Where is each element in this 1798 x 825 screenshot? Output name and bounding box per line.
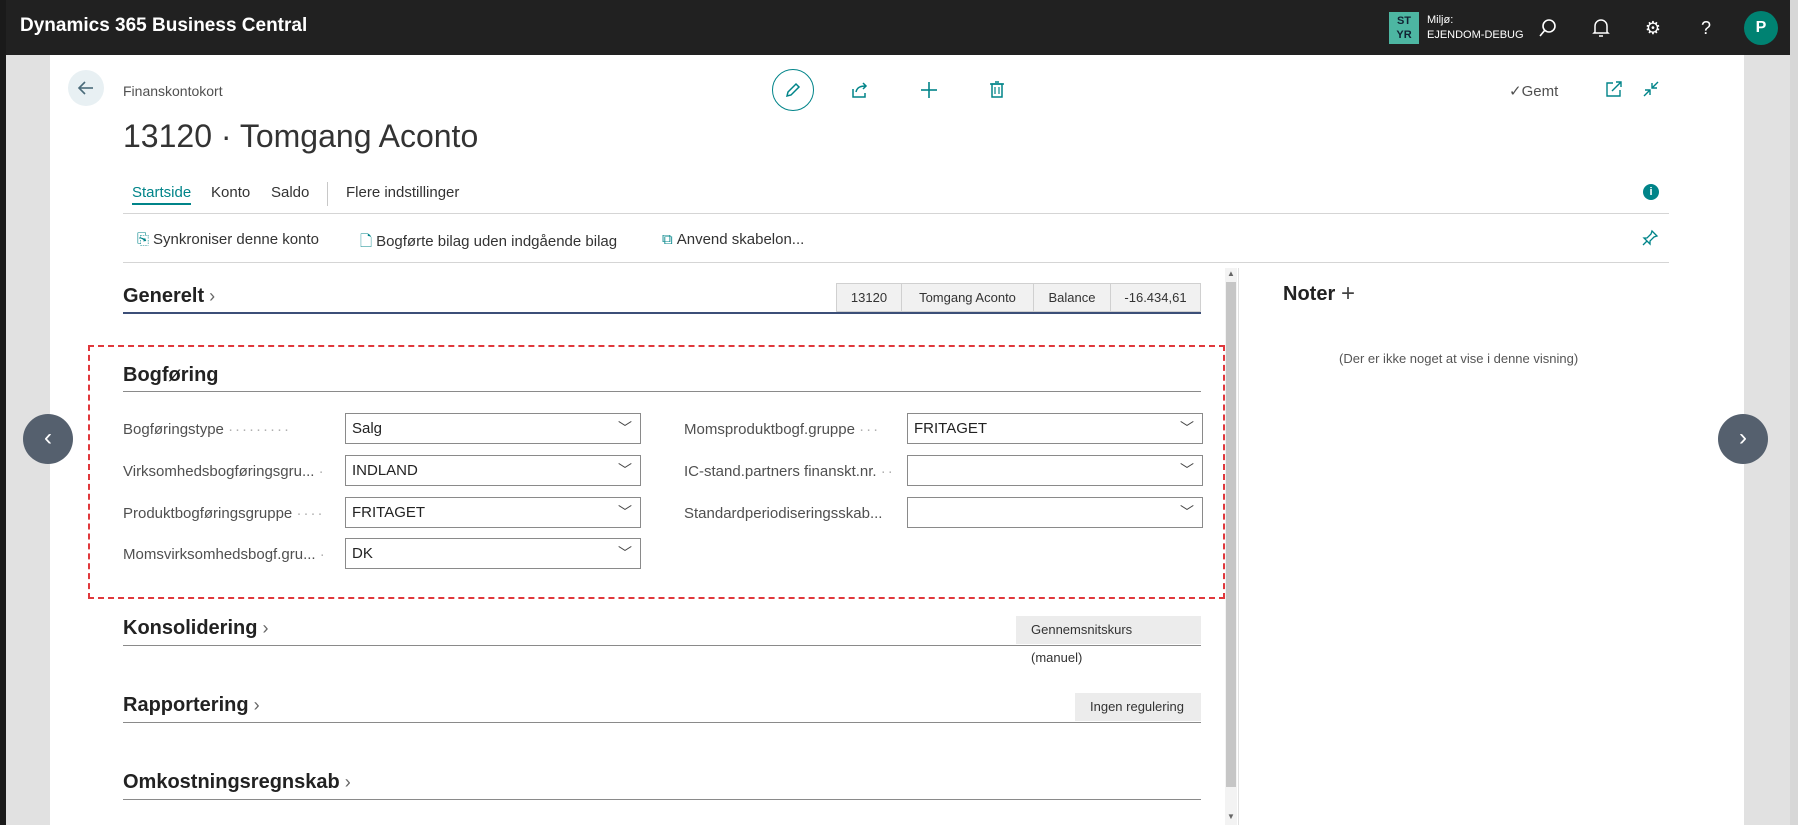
help-icon[interactable]: ? <box>1692 14 1720 42</box>
notes-empty-message: (Der er ikke noget at vise i denne visni… <box>1339 351 1579 366</box>
page-title: 13120 · Tomgang Aconto <box>123 118 479 154</box>
breadcrumb: Finanskontokort <box>123 83 223 99</box>
section-generelt[interactable]: Generelt › <box>123 285 215 308</box>
label-vat-business-posting-group: Momsvirksomhedsbogf.gru... · <box>123 546 327 563</box>
fact-account-no: 13120 <box>836 283 902 312</box>
environment-badge: ST YR <box>1389 12 1419 44</box>
fact-account-name: Tomgang Aconto <box>901 283 1034 312</box>
chevron-down-icon: ﹀ <box>1180 420 1194 436</box>
scroll-down-icon[interactable]: ▼ <box>1227 812 1235 821</box>
environment-label: Miljø: EJENDOM-DEBUG <box>1427 14 1524 41</box>
notes-divider <box>1238 268 1239 825</box>
fact-account-type: Balance <box>1033 283 1111 312</box>
app-title[interactable]: Dynamics 365 Business Central <box>20 15 307 37</box>
omkostningsregnskab-underline <box>123 799 1201 800</box>
bogforing-underline <box>123 391 1201 392</box>
section-rapportering[interactable]: Rapportering › <box>123 694 260 717</box>
vat-product-posting-group-select[interactable]: FRITAGET ﹀ <box>907 413 1203 444</box>
label-ic-partner-account: IC-stand.partners finanskt.nr. ·· <box>684 463 895 480</box>
collapse-icon[interactable] <box>1637 76 1665 104</box>
tabs-divider <box>123 213 1669 214</box>
tab-more-settings[interactable]: Flere indstillinger <box>346 184 459 201</box>
window-edge-right <box>1790 0 1798 825</box>
chevron-right-icon: › <box>248 695 260 715</box>
default-deferral-template-select[interactable]: ﹀ <box>907 497 1203 528</box>
consolidation-summary: Gennemsnitskurs (manuel) <box>1016 616 1201 665</box>
chevron-down-icon: ﹀ <box>618 545 632 561</box>
notes-title: Noter <box>1283 283 1336 305</box>
next-record-button[interactable]: › <box>1718 414 1768 464</box>
template-icon: ⧉ <box>662 231 673 248</box>
toolbar-divider <box>123 262 1669 263</box>
scroll-up-icon[interactable]: ▲ <box>1227 269 1235 278</box>
label-default-deferral-template: Standardperiodiseringsskab... <box>684 505 883 522</box>
konsolidering-underline <box>123 645 1201 646</box>
share-icon[interactable] <box>846 76 874 104</box>
previous-record-button[interactable]: ‹ <box>23 414 73 464</box>
document-icon: 🗋 <box>360 233 373 250</box>
apply-template-action[interactable]: ⧉ Anvend skabelon... <box>662 231 804 248</box>
saved-status: ✓Gemt <box>1509 83 1559 100</box>
ic-partner-account-select[interactable]: ﹀ <box>907 455 1203 486</box>
chevron-down-icon: ﹀ <box>1180 504 1194 520</box>
sync-account-action[interactable]: ⎘ Synkroniser denne konto <box>137 231 319 248</box>
fact-balance[interactable]: -16.434,61 <box>1110 283 1201 312</box>
section-bogforing[interactable]: Bogføring <box>123 364 219 387</box>
product-posting-group-select[interactable]: FRITAGET ﹀ <box>345 497 641 528</box>
chevron-down-icon: ﹀ <box>618 462 632 478</box>
rapportering-underline <box>123 722 1201 723</box>
avatar[interactable]: P <box>1744 11 1778 45</box>
chevron-down-icon: ﹀ <box>1180 462 1194 478</box>
section-konsolidering[interactable]: Konsolidering › <box>123 617 268 640</box>
sync-icon: ⎘ <box>137 231 150 248</box>
section-omkostningsregnskab[interactable]: Omkostningsregnskab › <box>123 771 351 794</box>
chevron-right-icon: › <box>204 286 216 306</box>
scrollbar-thumb[interactable] <box>1226 282 1236 787</box>
bell-icon[interactable] <box>1587 14 1615 42</box>
delete-icon[interactable] <box>983 76 1011 104</box>
chevron-down-icon: ﹀ <box>618 420 632 436</box>
gear-icon[interactable]: ⚙ <box>1639 14 1667 42</box>
open-new-window-icon[interactable] <box>1600 76 1628 104</box>
posting-type-select[interactable]: Salg ﹀ <box>345 413 641 444</box>
info-icon[interactable]: i <box>1643 184 1659 200</box>
chevron-down-icon: ﹀ <box>618 504 632 520</box>
pin-icon[interactable] <box>1641 229 1659 252</box>
search-icon[interactable] <box>1534 14 1562 42</box>
tab-saldo[interactable]: Saldo <box>271 184 309 201</box>
label-product-posting-group: Produktbogføringsgruppe ···· <box>123 505 325 522</box>
tab-divider <box>327 182 328 206</box>
label-business-posting-group: Virksomhedsbogføringsgru... · <box>123 463 326 480</box>
business-posting-group-select[interactable]: INDLAND ﹀ <box>345 455 641 486</box>
chevron-right-icon: › <box>339 772 351 792</box>
new-icon[interactable] <box>915 76 943 104</box>
label-posting-type: Bogføringstype ········· <box>123 421 292 438</box>
edit-icon[interactable] <box>772 69 814 111</box>
tab-startside[interactable]: Startside <box>132 184 192 205</box>
posted-documents-action[interactable]: 🗋 Bogførte bilag uden indgående bilag <box>360 231 617 256</box>
tab-konto[interactable]: Konto <box>211 184 250 201</box>
add-note-icon[interactable]: + <box>1341 280 1355 308</box>
check-icon: ✓ <box>1509 83 1522 100</box>
reporting-summary: Ingen regulering <box>1075 693 1201 721</box>
label-vat-product-posting-group: Momsproduktbogf.gruppe ··· <box>684 421 881 438</box>
vat-business-posting-group-select[interactable]: DK ﹀ <box>345 538 641 569</box>
back-button[interactable] <box>68 70 104 106</box>
chevron-right-icon: › <box>257 618 269 638</box>
generelt-underline <box>123 312 1201 314</box>
